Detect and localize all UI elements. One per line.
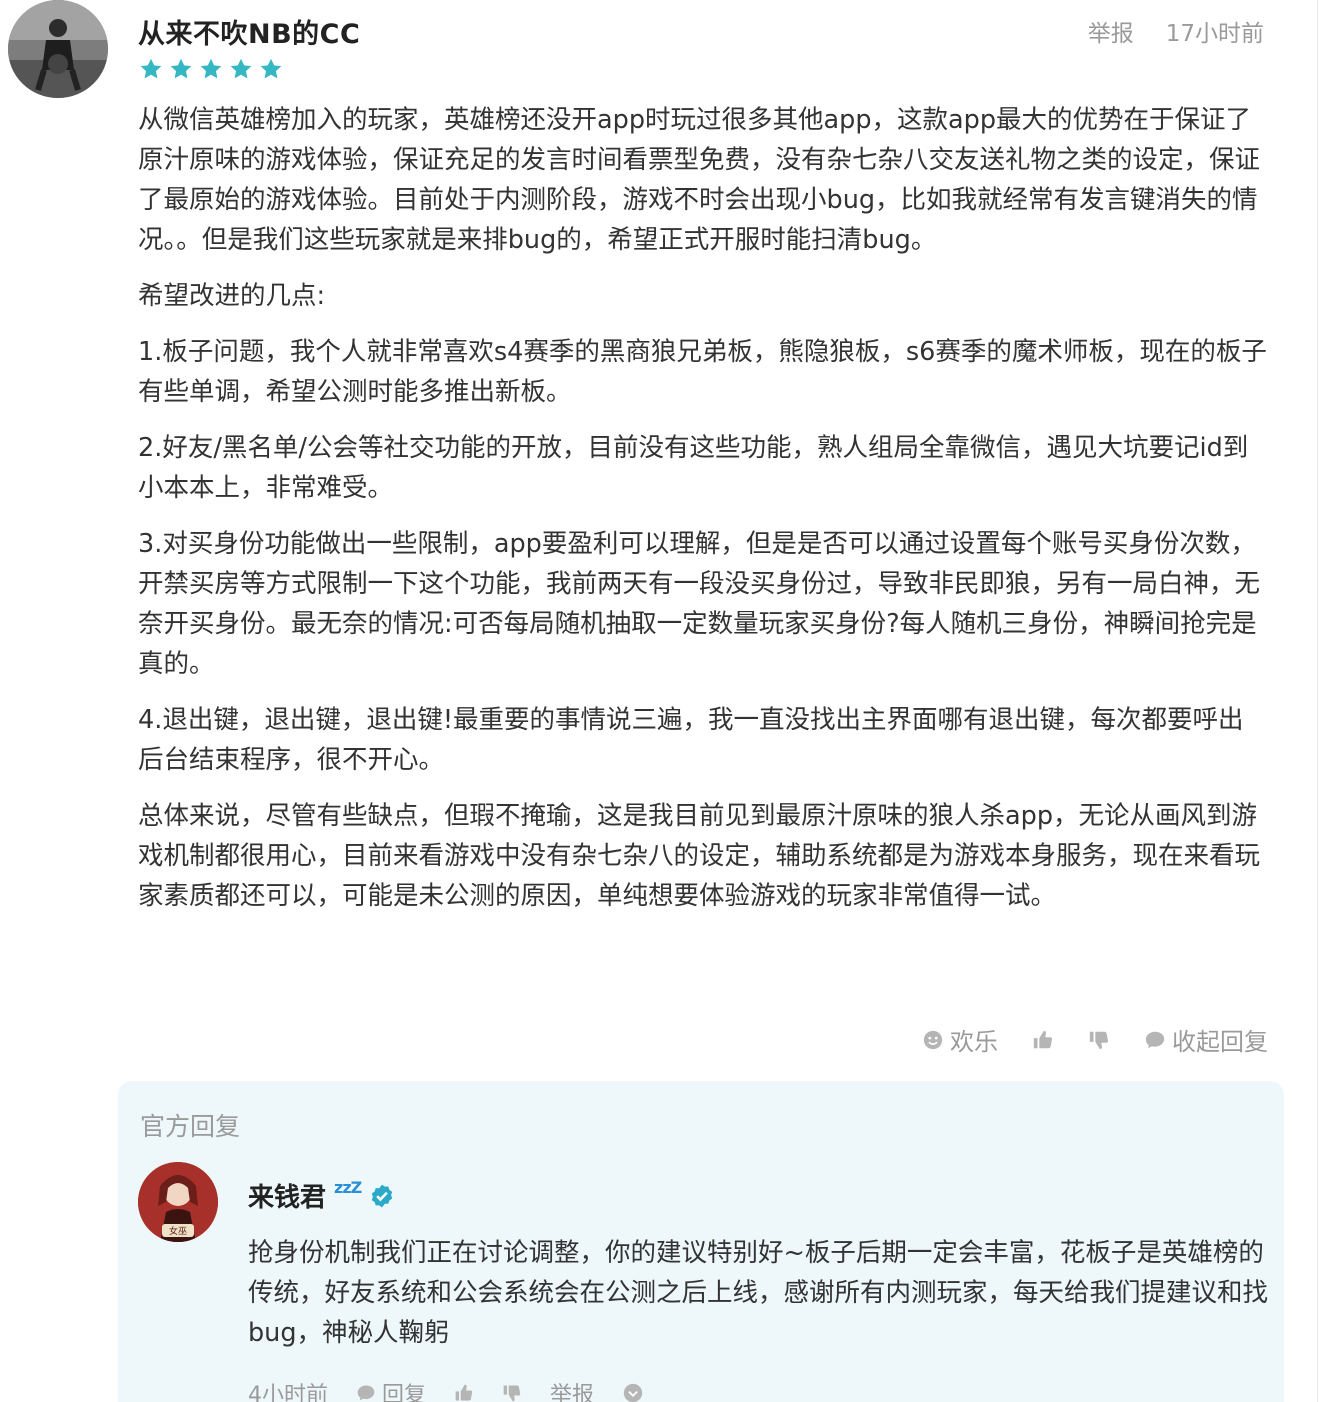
official-reply-actions: 4小时前 回复 举报 [248, 1377, 644, 1402]
star-icon [170, 58, 192, 79]
reply-like-button[interactable] [454, 1383, 474, 1402]
reply-label: 回复 [382, 1383, 427, 1402]
star-icon [230, 58, 252, 79]
review-time: 17小时前 [1165, 21, 1264, 47]
comment-icon [357, 1385, 375, 1401]
review-paragraph: 总体来说，尽管有些缺点，但瑕不掩瑜，这是我目前见到最原汁原味的狼人杀app，无论… [138, 801, 1261, 911]
review-page: 从来不吹NB的CC 举报 17小时前 从微信英雄榜加入的玩家，英雄榜还没开app… [0, 0, 1326, 1402]
review-paragraph: 4.退出键，退出键，退出键!最重要的事情说三遍，我一直没找出主界面哪有退出键，每… [138, 705, 1244, 775]
developer-avatar[interactable]: 女巫 [138, 1162, 218, 1242]
star-icon [200, 58, 222, 79]
thumbs-down-icon [503, 1385, 521, 1402]
review-body: 从微信英雄榜加入的玩家，英雄榜还没开app时玩过很多其他app，这款app最大的… [138, 100, 1268, 932]
review-paragraph: 2.好友/黑名单/公会等社交功能的开放，目前没有这些功能，熟人组局全靠微信，遇见… [138, 433, 1249, 503]
reply-dislike-button[interactable] [502, 1383, 522, 1402]
review-paragraph: 从微信英雄榜加入的玩家，英雄榜还没开app时玩过很多其他app，这款app最大的… [138, 105, 1261, 255]
thumbs-up-icon [455, 1384, 473, 1401]
thumbs-up-icon [1033, 1030, 1053, 1048]
collapse-label: 收起回复 [1172, 1028, 1268, 1056]
smiley-icon [923, 1030, 943, 1049]
official-reply-title: 官方回复 [140, 1112, 241, 1141]
review-paragraph: 3.对买身份功能做出一些限制，app要盈利可以理解，但是是否可以通过设置每个账号… [138, 529, 1261, 679]
review-meta: 举报 17小时前 [1088, 14, 1264, 48]
developer-name-text: 来钱君 [248, 1183, 327, 1213]
official-reply: 官方回复 来钱君 zzZ 抢身份机制我们正在讨论调整，你的建议特别好~板子后期一… [118, 1081, 1284, 1402]
collapse-replies-button[interactable]: 收起回复 [1144, 1022, 1268, 1057]
dislike-button[interactable] [1088, 1029, 1110, 1051]
star-icon [140, 58, 162, 79]
thumbs-down-icon [1089, 1031, 1109, 1049]
review-paragraph: 希望改进的几点: [138, 281, 326, 311]
reply-button[interactable]: 回复 [356, 1377, 426, 1402]
reply-report-link[interactable]: 举报 [550, 1377, 594, 1402]
official-reply-text: 抢身份机制我们正在讨论调整，你的建议特别好~板子后期一定会丰富，花板子是英雄榜的… [248, 1238, 1269, 1348]
report-link[interactable]: 举报 [1088, 14, 1134, 48]
review-paragraph: 1.板子问题，我个人就非常喜欢s4赛季的黑商狼兄弟板，熊隐狼板，s6赛季的魔术师… [138, 337, 1267, 407]
fun-button[interactable]: 欢乐 [922, 1022, 998, 1057]
fun-label: 欢乐 [950, 1028, 998, 1056]
review-actions: 欢乐 收起回复 [922, 1022, 1268, 1057]
comment-icon [1145, 1031, 1165, 1048]
reviewer-avatar[interactable] [8, 0, 108, 98]
right-divider [1317, 0, 1318, 1402]
verified-icon [372, 1184, 393, 1207]
like-button[interactable] [1032, 1029, 1054, 1051]
star-rating [138, 56, 284, 82]
sleep-badge: zzZ [334, 1178, 362, 1197]
avatar-badge-text: 女巫 [169, 1225, 187, 1237]
reviewer-name[interactable]: 从来不吹NB的CC [138, 12, 360, 51]
official-reply-time: 4小时前 [248, 1383, 328, 1402]
star-icon [260, 58, 282, 79]
developer-name[interactable]: 来钱君 zzZ [248, 1177, 395, 1214]
more-icon[interactable] [622, 1382, 644, 1402]
